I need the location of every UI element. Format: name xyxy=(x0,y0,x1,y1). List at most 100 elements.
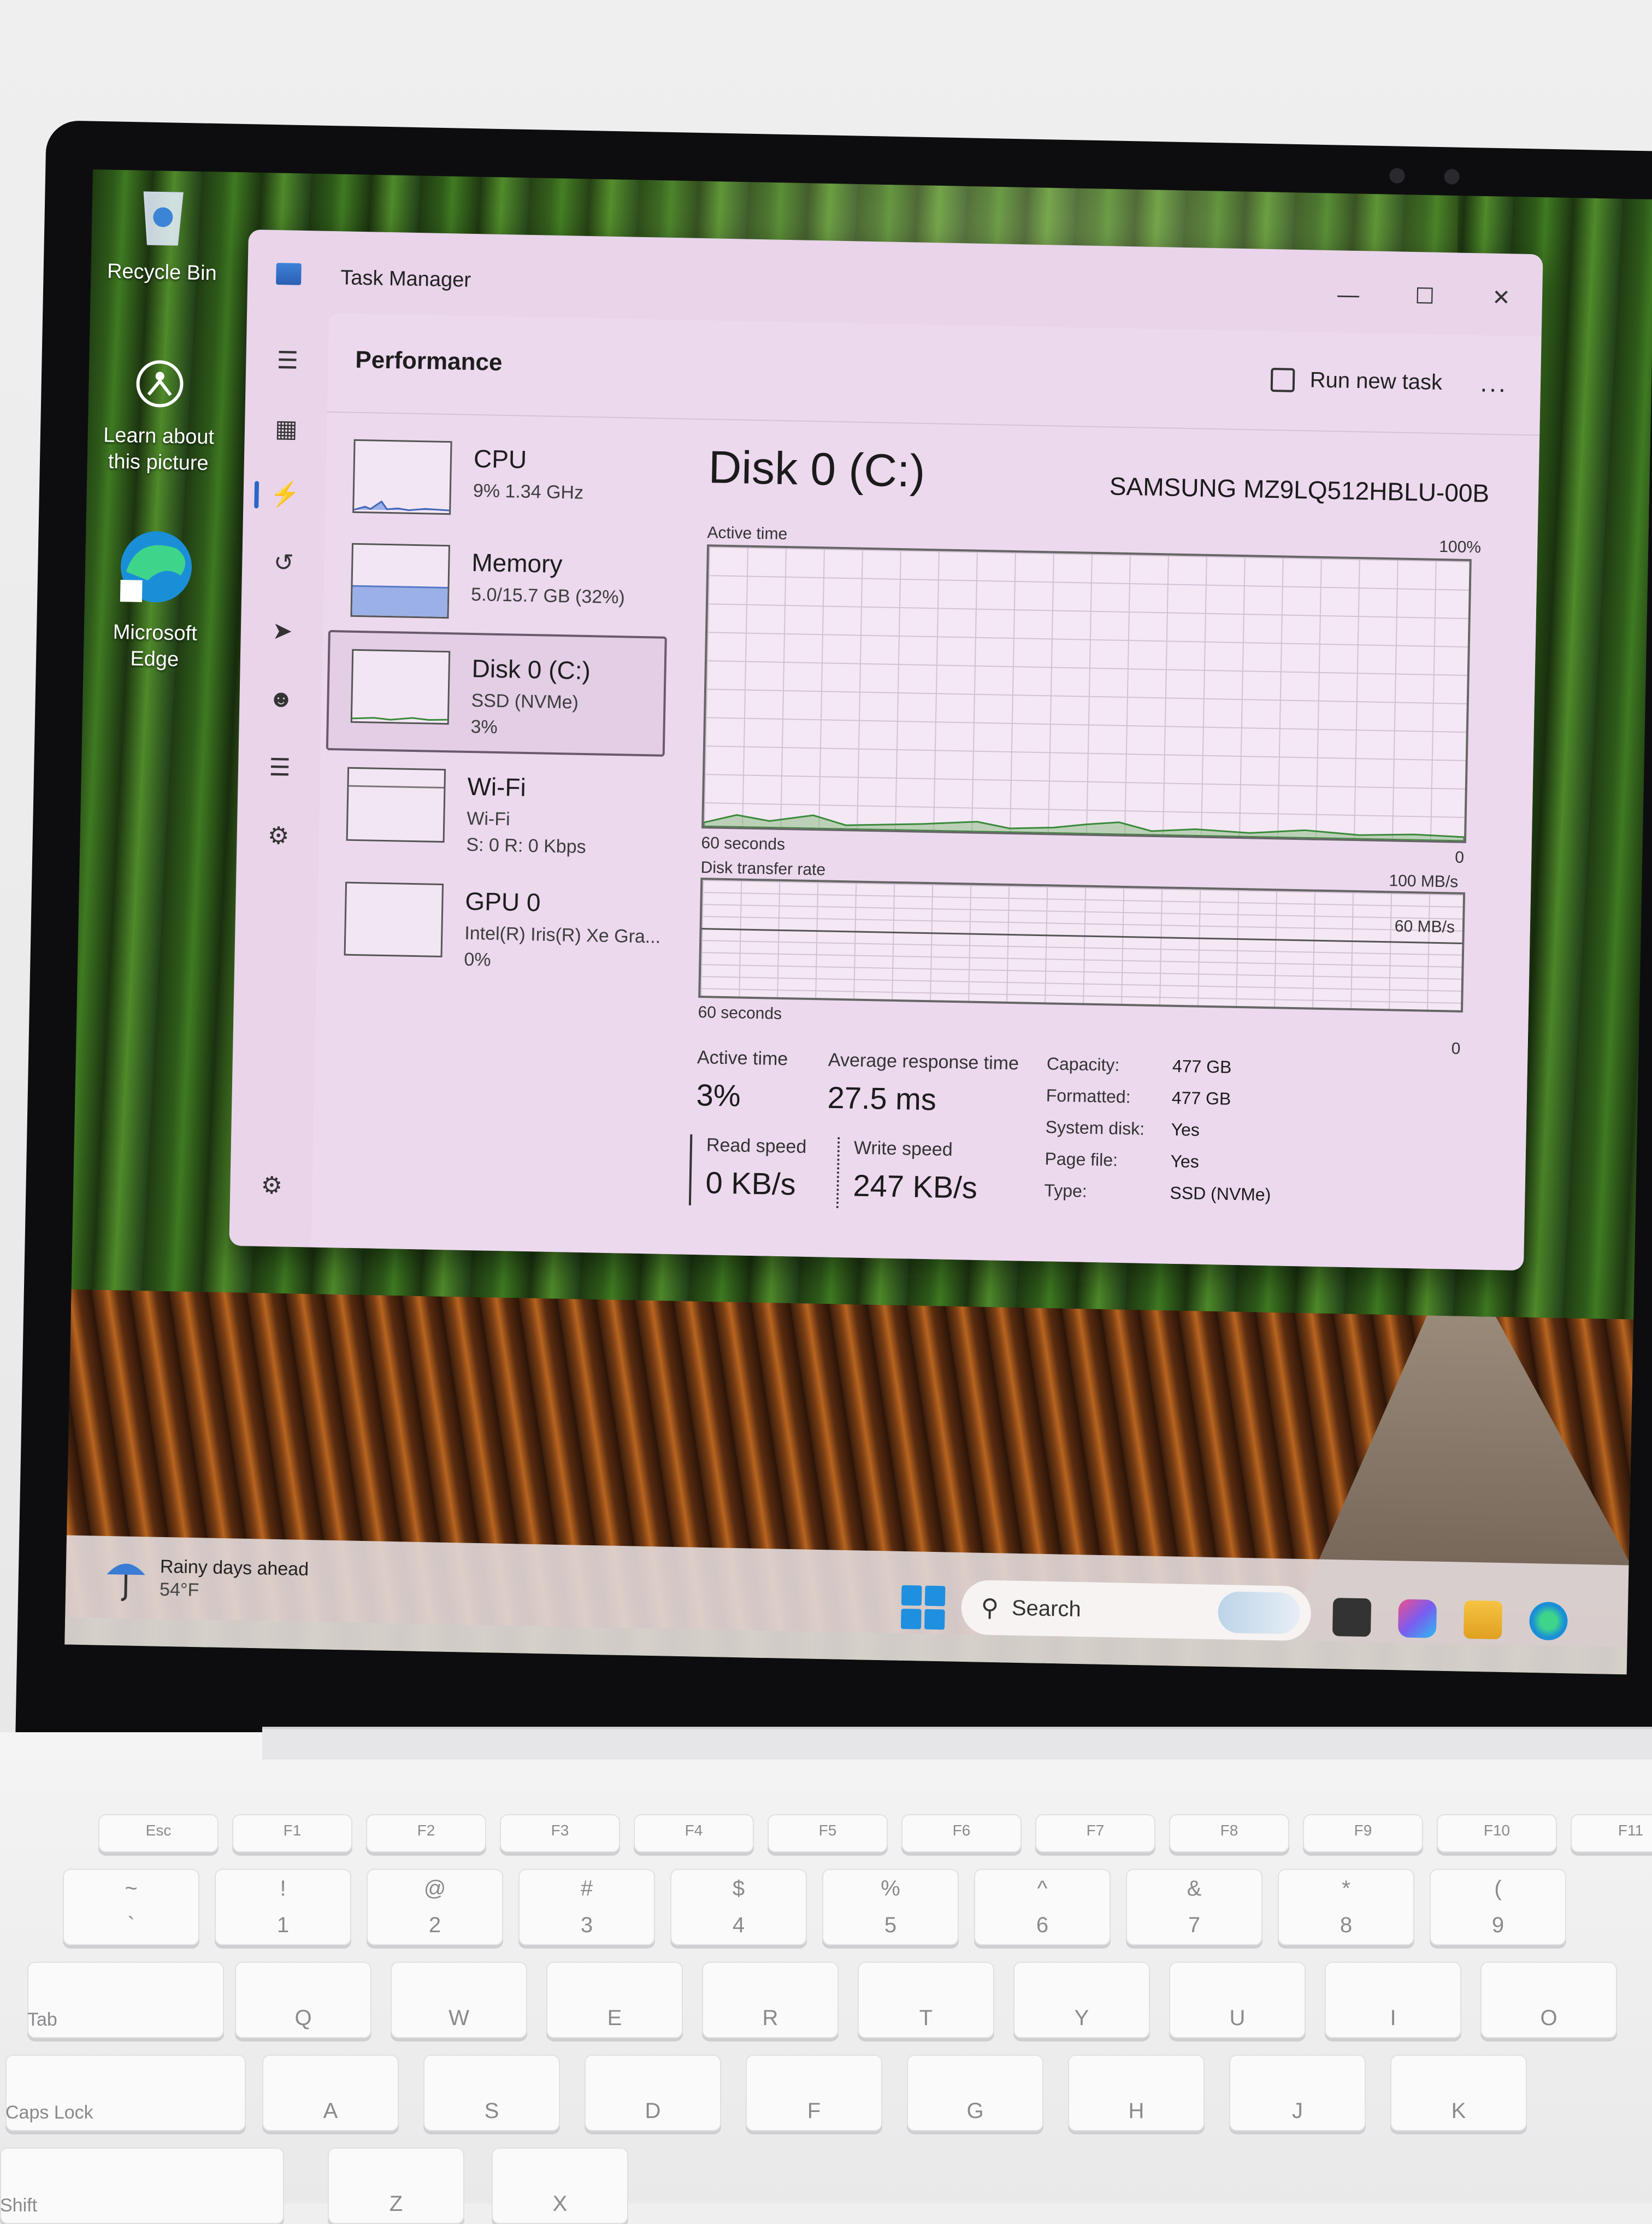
key-f11[interactable]: F11 xyxy=(1571,1814,1652,1852)
key-shift[interactable]: Shift xyxy=(0,2147,284,2224)
desktop-icon-recycle-bin[interactable]: Recycle Bin xyxy=(102,180,224,286)
key-f2[interactable]: F2 xyxy=(366,1814,486,1852)
key-legend: S xyxy=(484,2099,499,2123)
run-new-task-button[interactable]: Run new task xyxy=(1270,367,1442,395)
desktop-icon-learn-about-picture[interactable]: Learn about this picture xyxy=(98,355,220,476)
copilot-icon[interactable] xyxy=(1397,1599,1437,1638)
start-button[interactable] xyxy=(900,1585,946,1630)
umbrella-icon xyxy=(107,1563,145,1601)
device-sub-line: Wi-Fi xyxy=(467,808,511,830)
key-number-6[interactable]: ^ 6 xyxy=(974,1869,1111,1945)
key-d[interactable]: D xyxy=(585,2055,721,2131)
key-s[interactable]: S xyxy=(423,2055,560,2131)
key-legend: W xyxy=(449,2006,469,2030)
key-f1[interactable]: F1 xyxy=(232,1814,352,1852)
search-highlight-icon xyxy=(1217,1591,1301,1634)
key-f9[interactable]: F9 xyxy=(1303,1814,1423,1852)
minimize-button[interactable]: — xyxy=(1323,275,1373,315)
weather-temp: 54°F xyxy=(159,1579,199,1601)
key-h[interactable]: H xyxy=(1068,2055,1205,2131)
key-esc[interactable]: Esc xyxy=(98,1814,219,1852)
key-legend: F9 xyxy=(1354,1822,1372,1839)
key-number-1[interactable]: ! 1 xyxy=(215,1869,351,1945)
key-legend: U xyxy=(1229,2006,1246,2030)
cpu-mini-graph xyxy=(352,439,452,515)
edge-taskbar-icon[interactable] xyxy=(1529,1601,1568,1641)
key-number-5[interactable]: % 5 xyxy=(822,1869,959,1945)
key-z[interactable]: Z xyxy=(328,2147,464,2224)
key-x[interactable]: X xyxy=(492,2147,628,2224)
key-f5[interactable]: F5 xyxy=(768,1814,888,1852)
details-icon[interactable]: ☰ xyxy=(264,752,296,783)
key-legend: K xyxy=(1451,2099,1466,2123)
key-legend: 4 xyxy=(732,1913,745,1937)
device-sub-line: 3% xyxy=(470,716,498,738)
task-view-icon[interactable] xyxy=(1332,1598,1372,1637)
key-e[interactable]: E xyxy=(546,1962,683,2038)
device-item-disk[interactable]: Disk 0 (C:) SSD (NVMe) 3% xyxy=(326,629,667,757)
key-a[interactable]: A xyxy=(262,2055,399,2131)
key-legend: 2 xyxy=(428,1913,441,1937)
key-legend: Tab xyxy=(27,2009,57,2030)
key-number-2[interactable]: @2 xyxy=(367,1869,503,1945)
weather-widget[interactable]: Rainy days ahead 54°F xyxy=(104,1552,309,1605)
start-logo-tile xyxy=(901,1585,922,1606)
key-q[interactable]: Q xyxy=(235,1962,371,2038)
key-f[interactable]: F xyxy=(746,2055,882,2131)
key-number-7[interactable]: & 7 xyxy=(1126,1869,1262,1945)
key-k[interactable]: K xyxy=(1390,2055,1527,2131)
key-number-4[interactable]: $4 xyxy=(670,1869,807,1945)
key-f7[interactable]: F7 xyxy=(1035,1814,1155,1852)
key-legend: F6 xyxy=(952,1822,971,1839)
settings-icon[interactable]: ⚙ xyxy=(256,1170,287,1201)
hamburger-menu-icon[interactable]: ☰ xyxy=(272,345,303,376)
key-number-8[interactable]: * 8 xyxy=(1278,1869,1414,1945)
key-legend: Y xyxy=(1074,2006,1089,2030)
key-f3[interactable]: F3 xyxy=(500,1814,620,1852)
device-sub-line: Intel(R) Iris(R) Xe Gra... xyxy=(464,922,661,948)
key-y[interactable]: Y xyxy=(1013,1962,1150,2038)
key-f8[interactable]: F8 xyxy=(1169,1814,1289,1852)
key-g[interactable]: G xyxy=(907,2055,1043,2131)
transfer-rate-graph: 60 MB/s xyxy=(698,878,1466,1013)
transfer-rate-60-line xyxy=(701,928,1462,944)
key-f10[interactable]: F10 xyxy=(1437,1814,1557,1852)
performance-icon[interactable]: ⚡ xyxy=(269,479,300,510)
users-icon[interactable]: ☻ xyxy=(266,684,297,715)
key-i[interactable]: I xyxy=(1325,1962,1461,2038)
key-tab[interactable]: Tab xyxy=(27,1962,224,2038)
key-caps-lock[interactable]: Caps Lock xyxy=(5,2055,246,2131)
key-f6[interactable]: F6 xyxy=(901,1814,1022,1852)
startup-apps-icon[interactable]: ➤ xyxy=(267,615,298,646)
close-button[interactable]: ✕ xyxy=(1476,278,1526,317)
desktop-icon-edge[interactable]: Microsoft Edge xyxy=(94,525,217,673)
device-name: Memory xyxy=(471,548,563,579)
processes-icon[interactable]: ▦ xyxy=(270,413,302,444)
services-icon[interactable]: ⚙ xyxy=(263,820,294,851)
key-legend: Z xyxy=(389,2192,403,2216)
key-r[interactable]: R xyxy=(702,1962,839,2038)
key-legend: A xyxy=(323,2099,338,2123)
key-legend: 5 xyxy=(884,1913,897,1937)
key-legend: % xyxy=(881,1876,900,1901)
key-number-0[interactable]: ~ ` xyxy=(63,1869,199,1945)
key-number-9[interactable]: (9 xyxy=(1430,1869,1566,1945)
key-number-3[interactable]: #3 xyxy=(518,1869,655,1945)
device-item-gpu[interactable]: GPU 0 Intel(R) Iris(R) Xe Gra... 0% xyxy=(321,865,662,992)
device-sub: 5.0/15.7 GB (32%) xyxy=(470,584,626,608)
key-j[interactable]: J xyxy=(1229,2055,1366,2131)
file-explorer-icon[interactable] xyxy=(1463,1600,1503,1640)
key-t[interactable]: T xyxy=(858,1962,994,2038)
key-w[interactable]: W xyxy=(391,1962,527,2038)
key-u[interactable]: U xyxy=(1169,1962,1306,2038)
app-history-icon[interactable]: ↺ xyxy=(268,547,299,578)
maximize-button[interactable]: ☐ xyxy=(1400,276,1449,316)
transfer-rate-graph-mid: 60 MB/s xyxy=(1394,917,1455,937)
avg-response-value: 27.5 ms xyxy=(827,1080,937,1117)
device-item-wifi[interactable]: Wi-Fi Wi-Fi S: 0 R: 0 Kbps xyxy=(324,750,665,877)
more-options-button[interactable]: ... xyxy=(1480,368,1508,398)
key-f4[interactable]: F4 xyxy=(634,1814,754,1852)
taskbar-search[interactable]: ⚲ Search xyxy=(960,1580,1312,1641)
key-o[interactable]: O xyxy=(1480,1962,1617,2038)
key-legend: ( xyxy=(1494,1876,1502,1901)
